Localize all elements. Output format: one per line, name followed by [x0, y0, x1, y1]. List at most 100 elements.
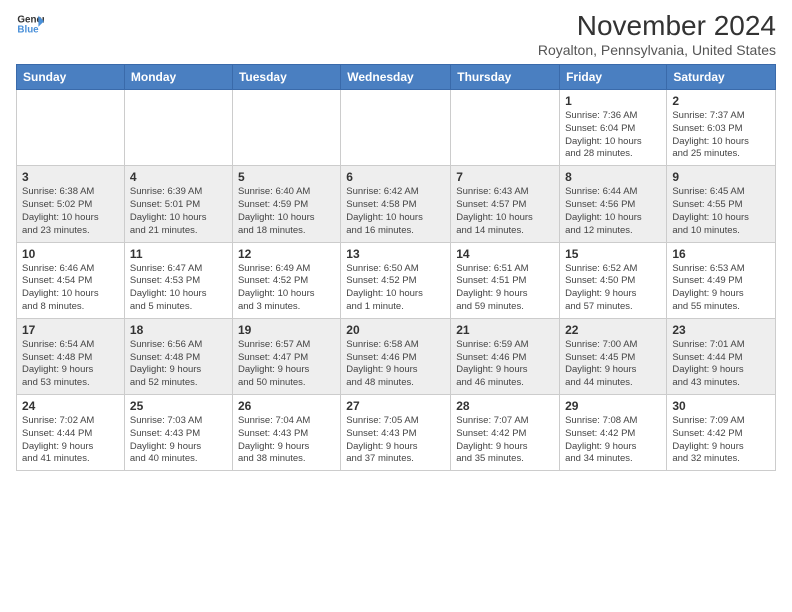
calendar-cell: 26 Sunrise: 7:04 AM Sunset: 4:43 PM Dayli…: [232, 395, 340, 471]
calendar-cell: 19Sunrise: 6:57 AM Sunset: 4:47 PM Dayli…: [232, 318, 340, 394]
day-number: 6: [346, 170, 445, 184]
day-header-tuesday: Tuesday: [232, 65, 340, 90]
day-number: 25: [130, 399, 227, 413]
calendar-cell: 5 Sunrise: 6:40 AM Sunset: 4:59 PM Daylig…: [232, 166, 340, 242]
calendar-week-row: 17 Sunrise: 6:54 AM Sunset: 4:48 PM Dayli…: [17, 318, 776, 394]
calendar-cell: [451, 90, 560, 166]
calendar-cell: 4Sunrise: 6:39 AM Sunset: 5:01 PM Daylig…: [124, 166, 232, 242]
day-number: 13: [346, 247, 445, 261]
calendar-cell: 8 Sunrise: 6:44 AM Sunset: 4:56 PM Daylig…: [560, 166, 667, 242]
day-info: Sunrise: 6:38 AM Sunset: 5:02 PM Dayligh…: [22, 186, 119, 237]
day-info: Sunrise: 7:37 AM Sunset: 6:03 PM Dayligh…: [672, 110, 770, 161]
day-number: 18: [130, 323, 227, 337]
svg-text:Blue: Blue: [17, 24, 39, 35]
day-number: 5: [238, 170, 335, 184]
calendar-cell: 11 Sunrise: 6:47 AM Sunset: 4:53 PM Dayli…: [124, 242, 232, 318]
calendar-cell: 29Sunrise: 7:08 AM Sunset: 4:42 PM Dayli…: [560, 395, 667, 471]
day-info: Sunrise: 7:03 AM Sunset: 4:43 PM Dayligh…: [130, 415, 227, 466]
calendar-cell: 22 Sunrise: 7:00 AM Sunset: 4:45 PM Dayli…: [560, 318, 667, 394]
calendar-week-row: 24Sunrise: 7:02 AM Sunset: 4:44 PM Dayli…: [17, 395, 776, 471]
day-info: Sunrise: 7:01 AM Sunset: 4:44 PM Dayligh…: [672, 339, 770, 390]
day-number: 17: [22, 323, 119, 337]
day-info: Sunrise: 6:40 AM Sunset: 4:59 PM Dayligh…: [238, 186, 335, 237]
calendar-cell: [17, 90, 125, 166]
calendar-cell: 28 Sunrise: 7:07 AM Sunset: 4:42 PM Dayli…: [451, 395, 560, 471]
calendar-cell: 9 Sunrise: 6:45 AM Sunset: 4:55 PM Daylig…: [667, 166, 776, 242]
month-title: November 2024: [538, 10, 776, 42]
calendar-cell: 24Sunrise: 7:02 AM Sunset: 4:44 PM Dayli…: [17, 395, 125, 471]
day-number: 23: [672, 323, 770, 337]
day-number: 12: [238, 247, 335, 261]
day-number: 14: [456, 247, 554, 261]
day-header-saturday: Saturday: [667, 65, 776, 90]
day-info: Sunrise: 7:36 AM Sunset: 6:04 PM Dayligh…: [565, 110, 661, 161]
calendar-week-row: 10Sunrise: 6:46 AM Sunset: 4:54 PM Dayli…: [17, 242, 776, 318]
day-info: Sunrise: 6:39 AM Sunset: 5:01 PM Dayligh…: [130, 186, 227, 237]
day-header-friday: Friday: [560, 65, 667, 90]
day-info: Sunrise: 7:05 AM Sunset: 4:43 PM Dayligh…: [346, 415, 445, 466]
calendar-cell: 25 Sunrise: 7:03 AM Sunset: 4:43 PM Dayli…: [124, 395, 232, 471]
calendar-cell: 16Sunrise: 6:53 AM Sunset: 4:49 PM Dayli…: [667, 242, 776, 318]
day-number: 9: [672, 170, 770, 184]
calendar-cell: 2 Sunrise: 7:37 AM Sunset: 6:03 PM Daylig…: [667, 90, 776, 166]
day-number: 26: [238, 399, 335, 413]
day-info: Sunrise: 6:54 AM Sunset: 4:48 PM Dayligh…: [22, 339, 119, 390]
day-info: Sunrise: 6:52 AM Sunset: 4:50 PM Dayligh…: [565, 263, 661, 314]
day-info: Sunrise: 6:44 AM Sunset: 4:56 PM Dayligh…: [565, 186, 661, 237]
header: General Blue November 2024 Royalton, Pen…: [16, 10, 776, 58]
location: Royalton, Pennsylvania, United States: [538, 42, 776, 58]
calendar-week-row: 3 Sunrise: 6:38 AM Sunset: 5:02 PM Daylig…: [17, 166, 776, 242]
calendar-week-row: 1 Sunrise: 7:36 AM Sunset: 6:04 PM Daylig…: [17, 90, 776, 166]
day-info: Sunrise: 6:59 AM Sunset: 4:46 PM Dayligh…: [456, 339, 554, 390]
day-number: 2: [672, 94, 770, 108]
day-number: 8: [565, 170, 661, 184]
day-number: 24: [22, 399, 119, 413]
day-number: 28: [456, 399, 554, 413]
day-info: Sunrise: 6:53 AM Sunset: 4:49 PM Dayligh…: [672, 263, 770, 314]
calendar-cell: [341, 90, 451, 166]
title-block: November 2024 Royalton, Pennsylvania, Un…: [538, 10, 776, 58]
day-header-sunday: Sunday: [17, 65, 125, 90]
calendar-cell: 7 Sunrise: 6:43 AM Sunset: 4:57 PM Daylig…: [451, 166, 560, 242]
day-info: Sunrise: 7:07 AM Sunset: 4:42 PM Dayligh…: [456, 415, 554, 466]
calendar-cell: 17 Sunrise: 6:54 AM Sunset: 4:48 PM Dayli…: [17, 318, 125, 394]
calendar-header-row: SundayMondayTuesdayWednesdayThursdayFrid…: [17, 65, 776, 90]
day-number: 15: [565, 247, 661, 261]
day-number: 19: [238, 323, 335, 337]
calendar-cell: 3 Sunrise: 6:38 AM Sunset: 5:02 PM Daylig…: [17, 166, 125, 242]
calendar-cell: 23 Sunrise: 7:01 AM Sunset: 4:44 PM Dayli…: [667, 318, 776, 394]
day-info: Sunrise: 6:46 AM Sunset: 4:54 PM Dayligh…: [22, 263, 119, 314]
day-number: 20: [346, 323, 445, 337]
day-info: Sunrise: 6:47 AM Sunset: 4:53 PM Dayligh…: [130, 263, 227, 314]
day-info: Sunrise: 6:50 AM Sunset: 4:52 PM Dayligh…: [346, 263, 445, 314]
day-info: Sunrise: 6:51 AM Sunset: 4:51 PM Dayligh…: [456, 263, 554, 314]
calendar-cell: 21 Sunrise: 6:59 AM Sunset: 4:46 PM Dayli…: [451, 318, 560, 394]
day-info: Sunrise: 7:00 AM Sunset: 4:45 PM Dayligh…: [565, 339, 661, 390]
day-info: Sunrise: 6:45 AM Sunset: 4:55 PM Dayligh…: [672, 186, 770, 237]
day-info: Sunrise: 6:58 AM Sunset: 4:46 PM Dayligh…: [346, 339, 445, 390]
day-info: Sunrise: 6:56 AM Sunset: 4:48 PM Dayligh…: [130, 339, 227, 390]
day-number: 21: [456, 323, 554, 337]
calendar-cell: 12 Sunrise: 6:49 AM Sunset: 4:52 PM Dayli…: [232, 242, 340, 318]
calendar-cell: 20 Sunrise: 6:58 AM Sunset: 4:46 PM Dayli…: [341, 318, 451, 394]
day-number: 11: [130, 247, 227, 261]
page: General Blue November 2024 Royalton, Pen…: [0, 0, 792, 481]
day-info: Sunrise: 7:04 AM Sunset: 4:43 PM Dayligh…: [238, 415, 335, 466]
day-number: 27: [346, 399, 445, 413]
calendar-cell: 27 Sunrise: 7:05 AM Sunset: 4:43 PM Dayli…: [341, 395, 451, 471]
calendar-cell: 1 Sunrise: 7:36 AM Sunset: 6:04 PM Daylig…: [560, 90, 667, 166]
day-info: Sunrise: 7:09 AM Sunset: 4:42 PM Dayligh…: [672, 415, 770, 466]
day-info: Sunrise: 6:42 AM Sunset: 4:58 PM Dayligh…: [346, 186, 445, 237]
calendar-cell: 18 Sunrise: 6:56 AM Sunset: 4:48 PM Dayli…: [124, 318, 232, 394]
day-number: 22: [565, 323, 661, 337]
calendar-cell: [232, 90, 340, 166]
calendar-cell: 13 Sunrise: 6:50 AM Sunset: 4:52 PM Dayli…: [341, 242, 451, 318]
day-number: 1: [565, 94, 661, 108]
calendar-cell: 10Sunrise: 6:46 AM Sunset: 4:54 PM Dayli…: [17, 242, 125, 318]
day-number: 7: [456, 170, 554, 184]
day-info: Sunrise: 7:08 AM Sunset: 4:42 PM Dayligh…: [565, 415, 661, 466]
day-header-monday: Monday: [124, 65, 232, 90]
day-info: Sunrise: 6:43 AM Sunset: 4:57 PM Dayligh…: [456, 186, 554, 237]
day-info: Sunrise: 6:49 AM Sunset: 4:52 PM Dayligh…: [238, 263, 335, 314]
day-number: 3: [22, 170, 119, 184]
